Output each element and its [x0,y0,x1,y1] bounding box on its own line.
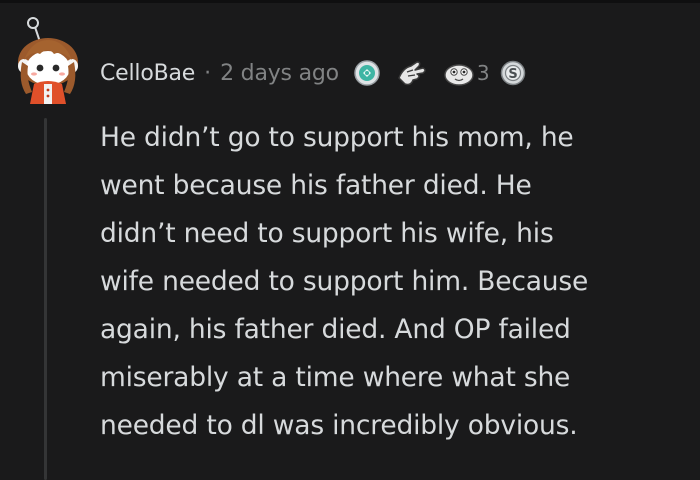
username-link[interactable]: CelloBae [100,61,195,86]
wholesome-award-icon[interactable] [353,59,381,87]
comment-body: He didn’t go to support his mom, he went… [100,114,680,450]
thread-collapse-line[interactable] [44,118,47,480]
avatar-icon [18,17,78,104]
award-count: 3 [476,61,490,85]
silver-award-icon[interactable]: S [500,59,526,87]
hugz-award-icon[interactable] [443,59,475,87]
comment-page: CelloBae · 2 days ago 3 S He didn’t go t… [0,0,700,480]
awards-list[interactable]: 3 S [353,58,540,88]
timestamp-link[interactable]: 2 days ago [220,61,339,86]
comment-text: He didn’t go to support his mom, he went… [100,122,589,441]
helpful-award-icon[interactable] [395,58,429,88]
user-avatar[interactable] [14,16,86,104]
svg-text:S: S [508,67,517,82]
meta-separator: · [204,60,212,86]
top-divider [0,0,700,3]
comment-header: CelloBae · 2 days ago 3 S [100,55,540,91]
